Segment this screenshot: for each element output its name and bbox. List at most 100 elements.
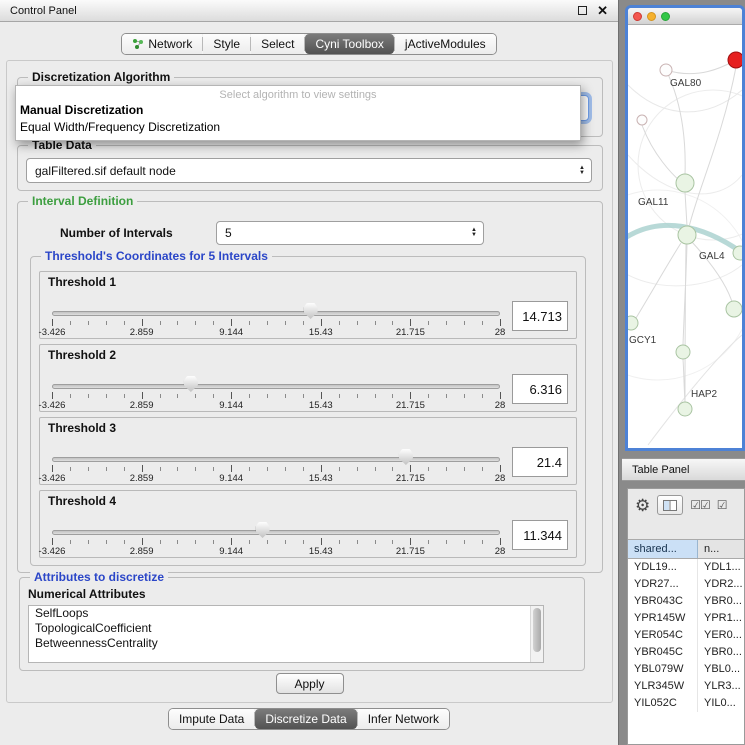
tick-label: 21.715 (396, 473, 425, 484)
tick-mark (160, 540, 161, 544)
table-row[interactable]: YBR043CYBR0... (628, 593, 744, 610)
slider-thumb[interactable] (304, 303, 318, 319)
gear-icon[interactable]: ⚙ (635, 497, 650, 514)
tick-mark (321, 392, 322, 399)
close-traffic-icon[interactable] (633, 12, 642, 21)
table-cell-name: YDR2... (698, 576, 744, 593)
tab-jactivemodules[interactable]: jActiveModules (395, 34, 496, 54)
threshold-body: -3.4262.8599.14415.4321.71528 14.713 (48, 299, 568, 337)
tick-mark (285, 394, 286, 398)
threshold-3-slider[interactable]: -3.4262.8599.14415.4321.71528 (52, 445, 500, 483)
tick-mark (88, 394, 89, 398)
slider-thumb[interactable] (399, 449, 413, 465)
gcy1-node[interactable] (628, 316, 638, 330)
number-of-intervals-combobox[interactable]: 5 ▲▼ (216, 221, 484, 245)
slider-track[interactable] (52, 457, 500, 462)
tab-select[interactable]: Select (251, 34, 304, 54)
network-node[interactable] (676, 345, 690, 359)
tab-network[interactable]: Network (122, 34, 202, 54)
table-cell-name: YPR1... (698, 610, 744, 627)
hap2-node[interactable] (678, 402, 692, 416)
close-icon[interactable]: ✕ (597, 4, 608, 17)
threshold-1-slider[interactable]: -3.4262.8599.14415.4321.71528 (52, 299, 500, 337)
tick-mark (500, 319, 501, 326)
algorithm-option-manual-discretization[interactable]: Manual Discretization (16, 102, 580, 119)
bottom-tab-impute-data[interactable]: Impute Data (169, 709, 254, 729)
threshold-2-value[interactable]: 6.316 (512, 374, 568, 404)
threshold-label: Threshold 2 (48, 349, 568, 362)
columns-button[interactable] (657, 495, 683, 515)
algorithm-option-equal-width-frequency-discretization[interactable]: Equal Width/Frequency Discretization (16, 119, 580, 136)
tick-mark (177, 321, 178, 325)
float-window-icon[interactable] (578, 6, 587, 15)
tick-mark (410, 319, 411, 326)
threshold-2-slider[interactable]: -3.4262.8599.14415.4321.71528 (52, 372, 500, 410)
table-header-row: shared... n... (628, 539, 744, 559)
table-row[interactable]: YBR045CYBR0... (628, 644, 744, 661)
column-header-shared-name[interactable]: shared... (628, 540, 698, 558)
table-row[interactable]: YDR27...YDR2... (628, 576, 744, 593)
threshold-1-value[interactable]: 14.713 (512, 301, 568, 331)
tick-mark (267, 540, 268, 544)
scrollbar-thumb[interactable] (533, 608, 541, 652)
table-row[interactable]: YER054CYER0... (628, 627, 744, 644)
tick-mark (500, 465, 501, 472)
table-row[interactable]: YPR145WYPR1... (628, 610, 744, 627)
tab-style[interactable]: Style (203, 34, 250, 54)
bottom-tab-infer-network[interactable]: Infer Network (358, 709, 449, 729)
tick-mark (464, 467, 465, 471)
gal4-node[interactable] (678, 226, 696, 244)
tick-mark (428, 394, 429, 398)
tab-cyni-toolbox[interactable]: Cyni Toolbox (305, 34, 393, 54)
table-row[interactable]: YIL052CYIL0... (628, 695, 744, 712)
threshold-label: Threshold 3 (48, 422, 568, 435)
table-toolbar: ⚙ ☑☑ ☑ (628, 489, 744, 521)
bottom-tab-discretize-data[interactable]: Discretize Data (255, 709, 356, 729)
control-panel-title: Control Panel (10, 5, 77, 17)
tick-label: 9.144 (219, 546, 243, 557)
highlighted-node[interactable] (728, 52, 742, 68)
threshold-body: -3.4262.8599.14415.4321.71528 21.4 (48, 445, 568, 483)
threshold-4-slider[interactable]: -3.4262.8599.14415.4321.71528 (52, 518, 500, 556)
tick-mark (357, 394, 358, 398)
threshold-label: Threshold 4 (48, 495, 568, 508)
network-node[interactable] (733, 246, 742, 260)
tick-label: 15.43 (309, 546, 333, 557)
tick-mark (213, 467, 214, 471)
select-rows-icon[interactable]: ☑☑ (690, 499, 710, 511)
threshold-4-value[interactable]: 11.344 (512, 520, 568, 550)
tick-mark (195, 540, 196, 544)
slider-thumb[interactable] (184, 376, 198, 392)
column-header-name[interactable]: n... (698, 540, 744, 558)
table-row[interactable]: YDL19...YDL1... (628, 559, 744, 576)
attributes-list-scrollbar[interactable] (530, 606, 543, 662)
threshold-3-value[interactable]: 21.4 (512, 447, 568, 477)
slider-track[interactable] (52, 384, 500, 389)
tick-mark (375, 321, 376, 325)
slider-thumb[interactable] (256, 522, 270, 538)
apply-button[interactable]: Apply (276, 673, 344, 694)
slider-ticks (52, 392, 500, 400)
attribute-item-betweennesscentrality[interactable]: BetweennessCentrality (29, 636, 543, 651)
tick-mark (321, 465, 322, 472)
tick-mark (339, 540, 340, 544)
slider-track[interactable] (52, 530, 500, 535)
table-row[interactable]: YBL079WYBL0... (628, 661, 744, 678)
gal11-node[interactable] (676, 174, 694, 192)
select-columns-icon[interactable]: ☑ (717, 499, 727, 511)
table-row[interactable]: YLR345WYLR3... (628, 678, 744, 695)
network-node[interactable] (726, 301, 742, 317)
minimize-traffic-icon[interactable] (647, 12, 656, 21)
attribute-item-topologicalcoefficient[interactable]: TopologicalCoefficient (29, 621, 543, 636)
slider-track[interactable] (52, 311, 500, 316)
tick-label: 21.715 (396, 327, 425, 338)
network-canvas[interactable]: GAL80GAL11GAL4GCY1HAP2 (628, 25, 742, 448)
table-data-combobox[interactable]: galFiltered.sif default node ▲▼ (26, 158, 592, 183)
discretization-algorithm-group-title: Discretization Algorithm (28, 70, 174, 84)
tick-mark (88, 467, 89, 471)
network-node[interactable] (637, 115, 647, 125)
zoom-traffic-icon[interactable] (661, 12, 670, 21)
attribute-item-selfloops[interactable]: SelfLoops (29, 606, 543, 621)
gal80-node[interactable] (660, 64, 672, 76)
tick-mark (231, 538, 232, 545)
